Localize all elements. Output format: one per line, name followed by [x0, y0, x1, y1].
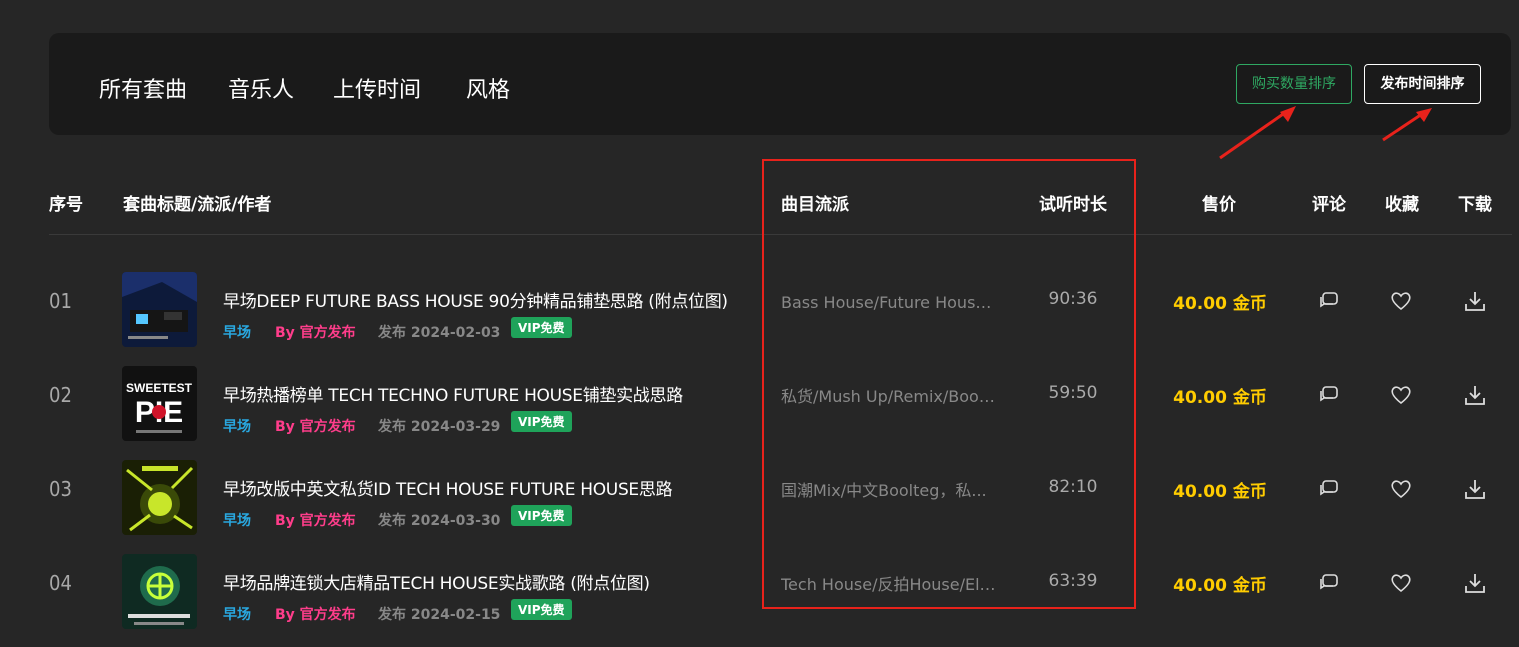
download-icon[interactable] [1464, 384, 1486, 406]
svg-text:SWEETEST: SWEETEST [126, 381, 193, 395]
filter-tab-all[interactable]: 所有套曲 [99, 72, 187, 104]
vip-badge: VIP免费 [511, 599, 572, 620]
annotation-arrow-1 [1219, 110, 1287, 160]
row-author[interactable]: By 官方发布 [275, 416, 356, 436]
row-date: 发布 2024-02-03 [378, 325, 501, 341]
row-title[interactable]: 早场改版中英文私货ID TECH HOUSE FUTURE HOUSE思路 [223, 475, 673, 500]
header-download: 下载 [1458, 195, 1492, 215]
row-price: 40.00 金币 [1173, 576, 1267, 596]
table-row[interactable]: 02 SWEETEST PIE 早场热播榜单 TECH TECHNO FUTUR… [0, 366, 1519, 459]
sort-by-purchase-button[interactable]: 购买数量排序 [1236, 64, 1352, 104]
download-icon[interactable] [1464, 572, 1486, 594]
row-index: 02 [49, 383, 72, 407]
row-tag[interactable]: 早场 [223, 604, 251, 624]
row-title[interactable]: 早场热播榜单 TECH TECHNO FUTURE HOUSE铺垫实战思路 [223, 381, 683, 406]
row-title[interactable]: 早场品牌连锁大店精品TECH HOUSE实战歌路 (附点位图) [223, 569, 650, 594]
cover-image[interactable] [122, 460, 197, 535]
row-price: 40.00 金币 [1173, 482, 1267, 502]
heart-icon[interactable] [1390, 572, 1412, 594]
row-author[interactable]: By 官方发布 [275, 604, 356, 624]
row-index: 04 [49, 571, 72, 595]
annotation-arrowhead-1 [1280, 106, 1296, 122]
row-title[interactable]: 早场DEEP FUTURE BASS HOUSE 90分钟精品铺垫思路 (附点位… [223, 287, 728, 312]
cover-art [122, 460, 197, 535]
sort-by-publish-time-button[interactable]: 发布时间排序 [1364, 64, 1481, 104]
filter-tab-artist[interactable]: 音乐人 [228, 72, 294, 104]
row-date: 发布 2024-02-15 [378, 607, 501, 623]
cover-art: SWEETEST PIE [122, 366, 197, 441]
row-price: 40.00 金币 [1173, 294, 1267, 314]
row-tag[interactable]: 早场 [223, 322, 251, 342]
vip-badge: VIP免费 [511, 505, 572, 526]
table-row[interactable]: 01 早场DEEP FUTURE BASS HOUSE 90分钟精品铺垫思路 (… [0, 272, 1519, 365]
filter-tab-style[interactable]: 风格 [466, 72, 510, 104]
annotation-arrows [1219, 106, 1432, 160]
row-tag[interactable]: 早场 [223, 510, 251, 530]
header-index: 序号 [49, 195, 83, 215]
heart-icon[interactable] [1390, 478, 1412, 500]
cover-image[interactable]: SWEETEST PIE [122, 366, 197, 441]
row-author[interactable]: By 官方发布 [275, 322, 356, 342]
row-author[interactable]: By 官方发布 [275, 510, 356, 530]
row-index: 01 [49, 289, 72, 313]
cover-art [122, 554, 197, 629]
vip-badge: VIP免费 [511, 317, 572, 338]
download-icon[interactable] [1464, 478, 1486, 500]
row-date: 发布 2024-03-29 [378, 419, 501, 435]
header-comment: 评论 [1312, 195, 1346, 215]
comment-icon[interactable] [1318, 478, 1340, 500]
row-tag[interactable]: 早场 [223, 416, 251, 436]
row-index: 03 [49, 477, 72, 501]
filter-tab-upload-time[interactable]: 上传时间 [333, 72, 421, 104]
annotation-arrowhead-2 [1416, 108, 1432, 122]
comment-icon[interactable] [1318, 572, 1340, 594]
row-date: 发布 2024-03-30 [378, 513, 501, 529]
table-row[interactable]: 04 早场品牌连锁大店精品TECH HOUSE实战歌路 (附点位图) 早场 By… [0, 554, 1519, 647]
cover-image[interactable] [122, 272, 197, 347]
header-favorite: 收藏 [1385, 195, 1419, 215]
cover-art [122, 272, 197, 347]
comment-icon[interactable] [1318, 384, 1340, 406]
row-price: 40.00 金币 [1173, 388, 1267, 408]
annotation-arrow-2 [1382, 112, 1423, 142]
header-title: 套曲标题/流派/作者 [123, 195, 272, 215]
table-row[interactable]: 03 早场改版中英文私货ID TECH HOUSE FUTURE HOUSE思路… [0, 460, 1519, 553]
heart-icon[interactable] [1390, 290, 1412, 312]
download-icon[interactable] [1464, 290, 1486, 312]
cover-image[interactable] [122, 554, 197, 629]
heart-icon[interactable] [1390, 384, 1412, 406]
annotation-highlight-box [762, 159, 1136, 609]
comment-icon[interactable] [1318, 290, 1340, 312]
vip-badge: VIP免费 [511, 411, 572, 432]
header-price: 售价 [1202, 195, 1236, 215]
